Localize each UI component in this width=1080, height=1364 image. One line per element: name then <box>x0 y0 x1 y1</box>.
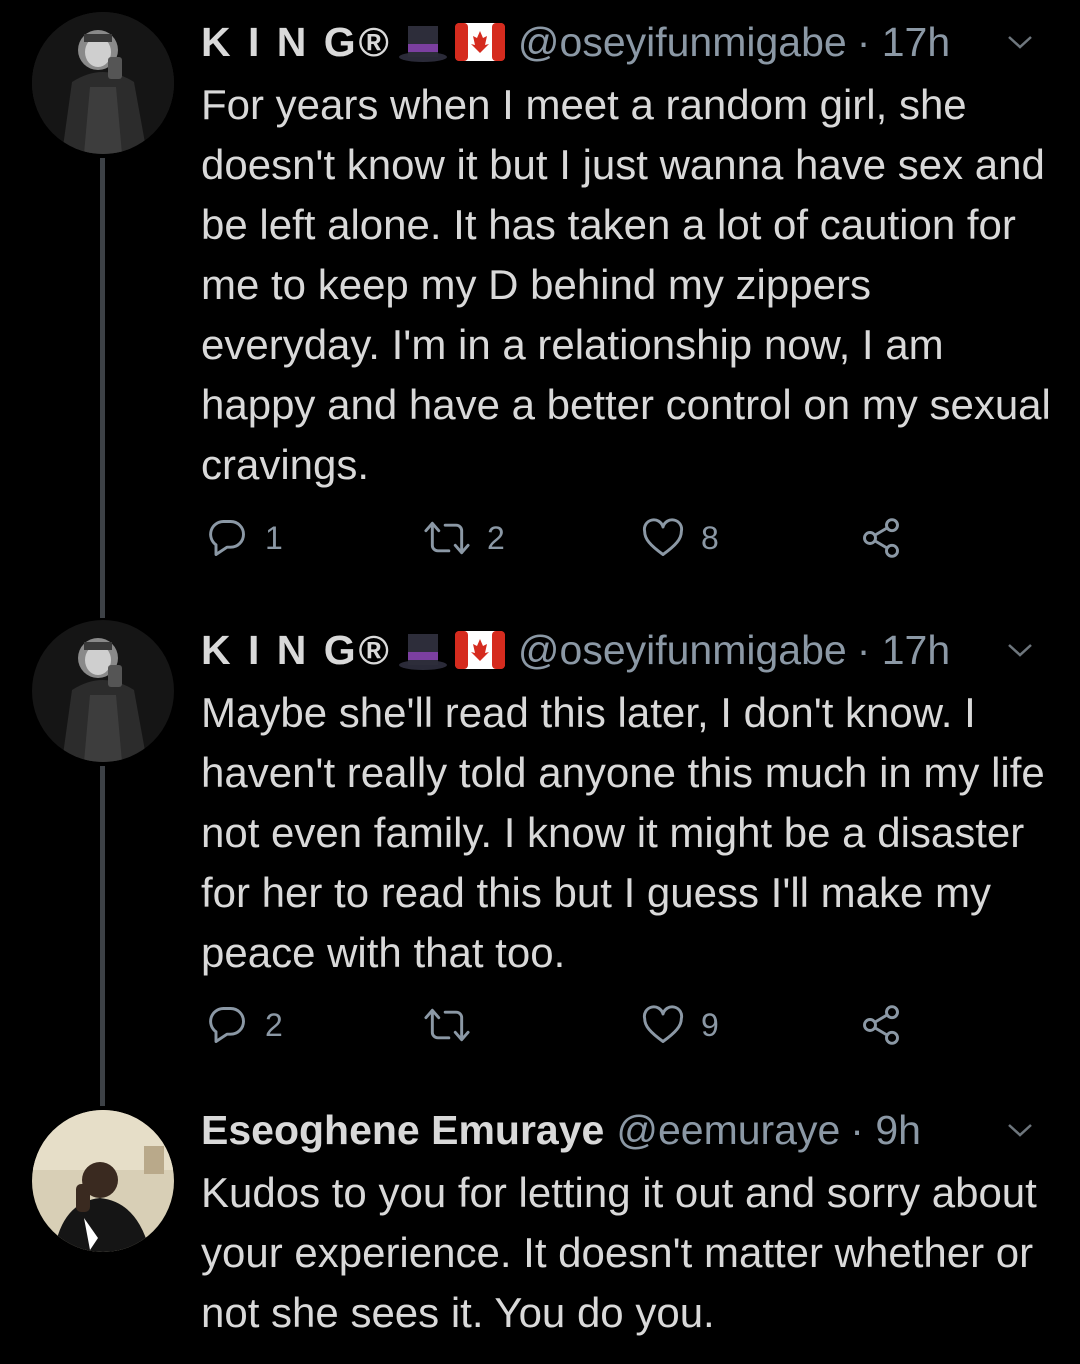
display-name[interactable]: K I N G® <box>201 12 392 72</box>
canada-flag-emoji <box>454 630 506 670</box>
tweet[interactable]: K I N G® @oseyifunmigabe · 17h For years… <box>0 12 1080 572</box>
tweet-actions: 2 9 <box>201 995 921 1055</box>
like-button[interactable]: 9 <box>641 995 719 1055</box>
like-button[interactable]: 8 <box>641 508 719 568</box>
display-name[interactable]: K I N G® <box>201 620 392 680</box>
reply-icon <box>209 1007 245 1043</box>
share-button[interactable] <box>859 508 903 568</box>
handle[interactable]: @oseyifunmigabe <box>518 620 847 680</box>
tweet-header: K I N G® @oseyifunmigabe · 17h <box>201 12 1040 72</box>
reply-button[interactable]: 1 <box>205 508 283 568</box>
top-hat-emoji <box>398 22 448 62</box>
tweet-actions: 1 2 8 <box>201 508 921 568</box>
timestamp: · 17h <box>856 627 951 673</box>
tweet[interactable]: Eseoghene Emuraye @eemuraye · 9h Kudos t… <box>0 1100 1080 1364</box>
handle[interactable]: @eemuraye <box>616 1100 840 1160</box>
retweet-count: 2 <box>487 519 505 556</box>
retweet-button[interactable] <box>423 995 487 1055</box>
retweet-button[interactable]: 2 <box>423 508 505 568</box>
like-icon <box>642 518 684 556</box>
canada-flag-emoji <box>454 22 506 62</box>
avatar[interactable] <box>32 12 174 154</box>
tweet-text: Maybe she'll read this later, I don't kn… <box>201 689 1045 976</box>
avatar[interactable] <box>32 1110 174 1252</box>
like-count: 9 <box>701 1006 719 1043</box>
share-icon <box>863 1005 899 1045</box>
reply-count: 2 <box>265 1006 283 1043</box>
reply-icon <box>209 520 245 556</box>
like-icon <box>642 1005 684 1043</box>
chevron-down-icon[interactable] <box>1000 12 1040 72</box>
reply-button[interactable]: 2 <box>205 995 283 1055</box>
display-name[interactable]: Eseoghene Emuraye <box>201 1100 604 1160</box>
top-hat-emoji <box>398 630 448 670</box>
like-count: 8 <box>701 519 719 556</box>
avatar[interactable] <box>32 620 174 762</box>
timestamp: · 17h <box>856 19 951 65</box>
reply-count: 1 <box>265 519 283 556</box>
timestamp: · 9h <box>850 1107 921 1153</box>
retweet-icon <box>424 1008 470 1042</box>
tweet-text: For years when I meet a random girl, she… <box>201 81 1051 488</box>
tweet-text: Kudos to you for letting it out and sorr… <box>201 1169 1037 1336</box>
tweet-header: K I N G® @oseyifunmigabe · 17h <box>201 620 1040 680</box>
chevron-down-icon[interactable] <box>1000 1100 1040 1160</box>
handle[interactable]: @oseyifunmigabe <box>518 12 847 72</box>
retweet-icon <box>424 521 470 555</box>
tweet[interactable]: K I N G® @oseyifunmigabe · 17h Maybe she… <box>0 620 1080 1060</box>
tweet-header: Eseoghene Emuraye @eemuraye · 9h <box>201 1100 1040 1160</box>
share-button[interactable] <box>859 995 903 1055</box>
chevron-down-icon[interactable] <box>1000 620 1040 680</box>
share-icon <box>863 518 899 558</box>
